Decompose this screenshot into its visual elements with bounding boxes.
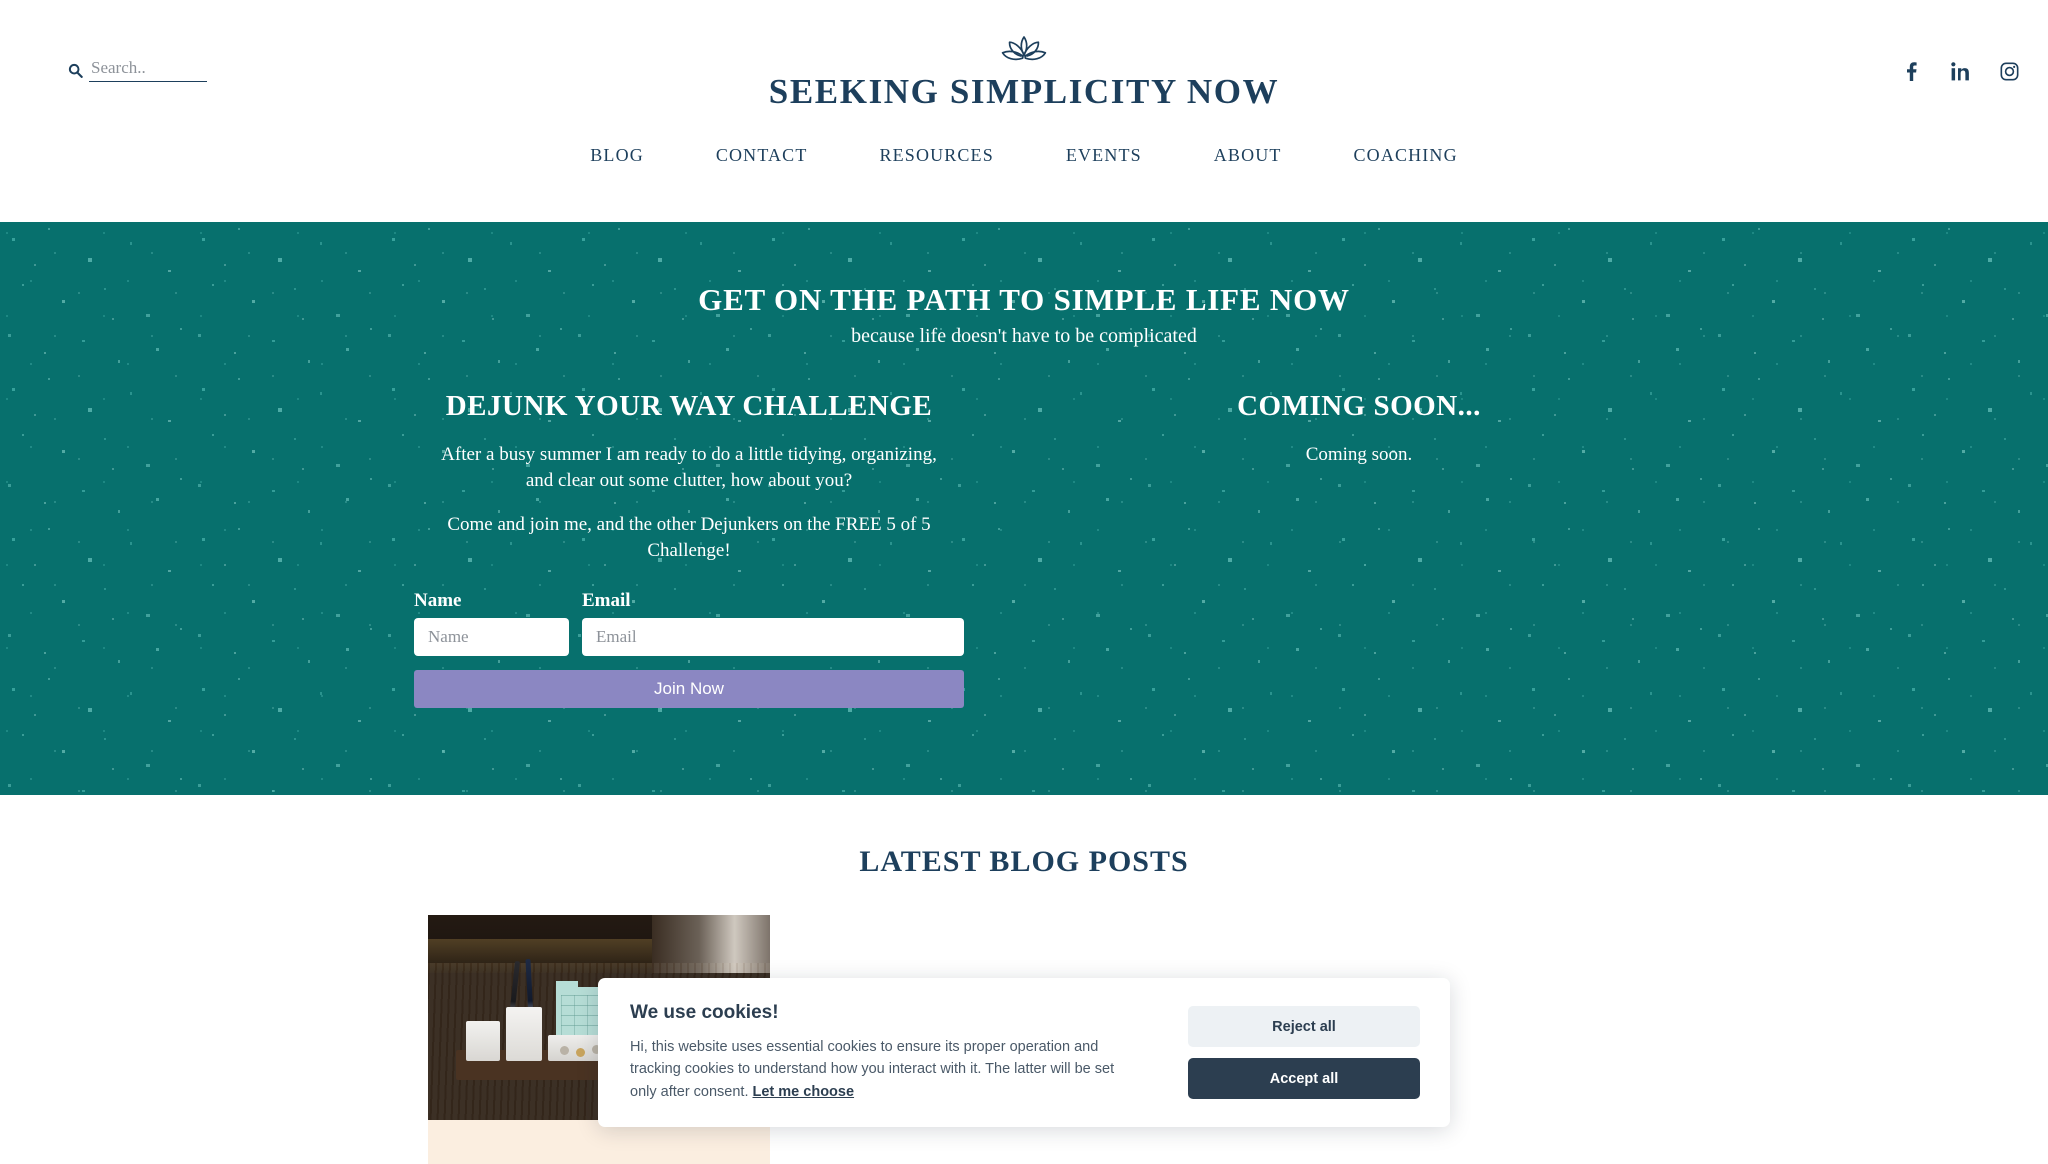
social-links [1900, 60, 2020, 82]
signup-form: Name Email Join Now [414, 590, 964, 708]
let-me-choose-link[interactable]: Let me choose [753, 1084, 855, 1100]
coming-soon-text: Coming soon. [1305, 444, 1413, 465]
accept-all-button[interactable]: Accept all [1188, 1058, 1420, 1099]
nav-item-coaching[interactable]: COACHING [1318, 145, 1494, 166]
name-field-group: Name [414, 590, 569, 656]
lotus-flower-icon [996, 34, 1052, 68]
cookie-consent-banner: We use cookies! Hi, this website uses es… [598, 978, 1450, 1127]
facebook-icon[interactable] [1900, 60, 1922, 82]
email-input[interactable] [582, 617, 964, 656]
signup-form-row: Name Email [414, 590, 964, 656]
instagram-icon[interactable] [1998, 60, 2020, 82]
cookie-banner-body: Hi, this website uses essential cookies … [630, 1036, 1128, 1103]
hero-section: GET ON THE PATH TO SIMPLE LIFE NOW becau… [0, 222, 2048, 795]
nav-item-contact[interactable]: CONTACT [680, 145, 844, 166]
nav-item-resources[interactable]: RESOURCES [843, 145, 1029, 166]
name-input[interactable] [414, 617, 569, 656]
hero-columns: DEJUNK YOUR WAY CHALLENGE After a busy s… [0, 390, 2048, 708]
coming-soon-title: COMING SOON... [1237, 390, 1481, 422]
site-header: SEEKING SIMPLICITY NOW BLOG CONTACT RES [0, 0, 2048, 222]
cookie-banner-buttons: Reject all Accept all [1188, 1006, 1420, 1099]
hero-subheading: because life doesn't have to be complica… [851, 325, 1197, 347]
linkedin-icon[interactable] [1949, 60, 1971, 82]
blog-section-heading: LATEST BLOG POSTS [859, 845, 1189, 878]
main-nav: BLOG CONTACT RESOURCES EVENTS ABOUT COAC… [0, 145, 2048, 166]
coming-soon-column: COMING SOON... Coming soon. [1084, 390, 1634, 708]
challenge-column: DEJUNK YOUR WAY CHALLENGE After a busy s… [414, 390, 964, 708]
challenge-paragraph-1: After a busy summer I am ready to do a l… [441, 444, 937, 491]
site-title: SEEKING SIMPLICITY NOW [768, 72, 1280, 111]
name-label: Name [414, 589, 462, 611]
cookie-body-text: Hi, this website uses essential cookies … [630, 1038, 1115, 1100]
nav-item-blog[interactable]: BLOG [554, 145, 680, 166]
email-label: Email [582, 589, 631, 611]
challenge-title: DEJUNK YOUR WAY CHALLENGE [445, 390, 933, 422]
nav-item-about[interactable]: ABOUT [1178, 145, 1318, 166]
challenge-paragraph-2: Come and join me, and the other Dejunker… [447, 514, 931, 561]
reject-all-button[interactable]: Reject all [1188, 1006, 1420, 1047]
cookie-text-column: We use cookies! Hi, this website uses es… [630, 1002, 1188, 1103]
hero-heading: GET ON THE PATH TO SIMPLE LIFE NOW [698, 282, 1350, 317]
nav-item-events[interactable]: EVENTS [1030, 145, 1178, 166]
join-now-button[interactable]: Join Now [414, 669, 964, 708]
cookie-banner-title: We use cookies! [630, 1001, 779, 1023]
brand[interactable]: SEEKING SIMPLICITY NOW [0, 34, 2048, 112]
email-field-group: Email [582, 590, 964, 656]
